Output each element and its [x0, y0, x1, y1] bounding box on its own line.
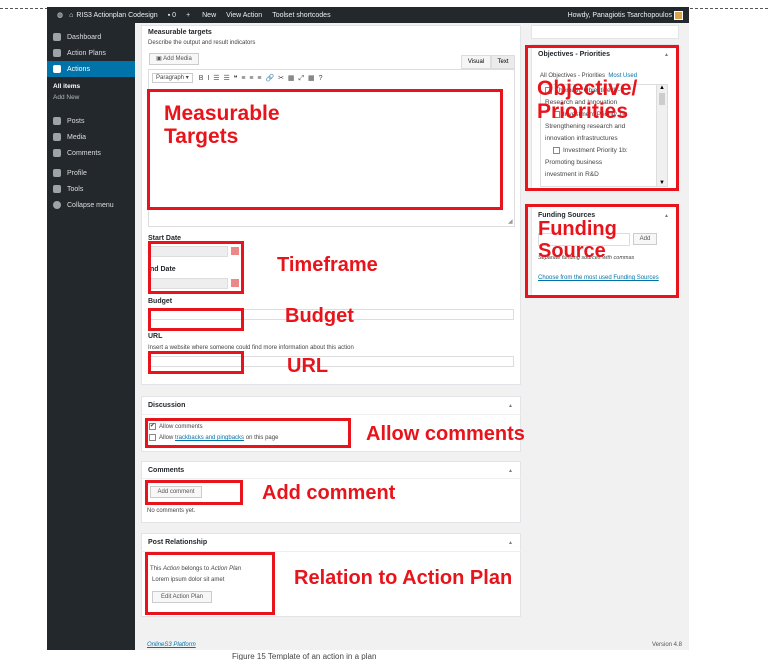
- paragraph-label: Paragraph: [156, 75, 185, 81]
- document-icon: [53, 65, 61, 73]
- add-media-button[interactable]: ▣ Add Media: [149, 53, 199, 65]
- annotation-url: URL: [287, 355, 329, 377]
- annotation-box-budget: [148, 308, 244, 331]
- annotation-allow-comments: Allow comments: [366, 423, 525, 445]
- formatting-icons[interactable]: B I ☰ ☰ ❝ ≡ ≡ ≡ 🔗 ✂ ▦ ⤢ ▦ ?: [199, 74, 324, 83]
- sidebar-subitem-all-items[interactable]: All items: [47, 81, 135, 92]
- new-label: New: [202, 11, 217, 19]
- sidebar-label: Collapse menu: [67, 201, 114, 209]
- annotation-box-timeframe: [148, 241, 244, 294]
- tab-visual[interactable]: Visual: [461, 55, 491, 69]
- annotation-relation: Relation to Action Plan: [294, 567, 513, 589]
- view-action-link[interactable]: View Action: [226, 12, 262, 19]
- post-relationship-title: Post Relationship: [148, 539, 208, 546]
- home-icon[interactable]: ⌂: [69, 12, 73, 19]
- no-comments-text: No comments yet.: [147, 508, 196, 514]
- publish-panel-edge: [531, 25, 679, 39]
- paragraph-select[interactable]: Paragraph ▾: [152, 73, 193, 83]
- howdy-label: Howdy, Panagiotis Tsarchopoulos: [567, 12, 672, 20]
- toggle-arrow-icon[interactable]: ▲: [508, 540, 762, 546]
- sidebar-item-profile[interactable]: Profile: [47, 165, 135, 181]
- collapse-icon: [53, 201, 61, 209]
- annotation-funding: Funding Source: [538, 218, 617, 262]
- divider: [141, 478, 521, 479]
- annotation-measurable: Measurable Targets: [164, 102, 280, 149]
- sidebar-item-dashboard[interactable]: Dashboard: [47, 29, 135, 45]
- toolset-link[interactable]: Toolset shortcodes: [272, 12, 330, 19]
- sidebar-item-posts[interactable]: Posts: [47, 113, 135, 129]
- toggle-arrow-icon[interactable]: ▲: [508, 403, 762, 409]
- sidebar-item-actions[interactable]: Actions: [47, 61, 135, 77]
- annotation-add-comment: Add comment: [262, 482, 396, 504]
- add-media-label: Add Media: [163, 56, 192, 62]
- sidebar-label: Comments: [67, 149, 101, 157]
- sidebar-item-action-plans[interactable]: Action Plans: [47, 45, 135, 61]
- divider: [141, 414, 521, 415]
- site-name-link[interactable]: RIS3 Actionplan Codesign: [76, 12, 157, 19]
- figure-caption: Figure 15 Template of an action in a pla…: [232, 652, 377, 660]
- comments-icon[interactable]: ▪: [168, 12, 170, 19]
- user-icon: [53, 169, 61, 177]
- comments-count: 0: [172, 11, 177, 19]
- editor-toolbar: Paragraph ▾ B I ☰ ☰ ❝ ≡ ≡ ≡ 🔗 ✂ ▦ ⤢ ▦ ?: [148, 71, 514, 85]
- sidebar-item-comments[interactable]: Comments: [47, 145, 135, 161]
- annotation-box-allow-comments: [145, 418, 351, 448]
- new-link[interactable]: + New: [186, 12, 216, 19]
- url-label: URL: [148, 333, 163, 340]
- sidebar-label: Media: [67, 133, 87, 141]
- sidebar-label: Actions: [67, 65, 90, 73]
- annotation-budget: Budget: [285, 305, 354, 327]
- annotation-box-add-comment: [145, 480, 243, 505]
- dashboard-icon: [53, 33, 61, 41]
- document-icon: [53, 49, 61, 57]
- footer-platform-link[interactable]: OnlineS3 Platform: [147, 642, 196, 648]
- measurable-targets-title: Measurable targets: [148, 29, 212, 36]
- admin-sidebar: Dashboard Action Plans Actions All items…: [47, 23, 135, 528]
- annotation-timeframe: Timeframe: [277, 254, 378, 276]
- annotation-objective: Objective/ Priorities: [537, 77, 638, 124]
- pin-icon: [53, 117, 61, 125]
- sidebar-background: [47, 528, 135, 650]
- resize-handle-icon[interactable]: ◢: [508, 218, 513, 225]
- annotation-box-relation: [145, 552, 275, 615]
- sidebar-label: Profile: [67, 169, 87, 177]
- sidebar-label: Tools: [67, 185, 84, 193]
- sidebar-label: Dashboard: [67, 33, 102, 41]
- budget-label: Budget: [148, 298, 173, 305]
- sidebar-label: Posts: [67, 117, 85, 125]
- sidebar-subitem-add-new[interactable]: Add New: [47, 92, 135, 103]
- sidebar-item-media[interactable]: Media: [47, 129, 135, 145]
- measurable-targets-desc: Describe the output and result indicator…: [148, 40, 256, 46]
- media-icon: [53, 133, 61, 141]
- avatar: [674, 11, 683, 20]
- footer-version: Version 4.8: [652, 642, 683, 648]
- sidebar-collapse[interactable]: Collapse menu: [47, 197, 135, 213]
- comments-title: Comments: [148, 467, 185, 474]
- annotation-box-url: [148, 351, 244, 374]
- sidebar-label: Action Plans: [67, 49, 106, 57]
- admin-bar: ◍ ⌂ RIS3 Actionplan Codesign ▪ 0 + New V…: [47, 7, 689, 23]
- sidebar-item-tools[interactable]: Tools: [47, 181, 135, 197]
- wrench-icon: [53, 185, 61, 193]
- howdy-user[interactable]: Howdy, Panagiotis Tsarchopoulos: [558, 11, 683, 20]
- discussion-title: Discussion: [148, 402, 186, 409]
- comment-icon: [53, 149, 61, 157]
- toggle-arrow-icon[interactable]: ▲: [508, 468, 762, 474]
- tab-text[interactable]: Text: [491, 55, 515, 69]
- wordpress-logo-icon[interactable]: ◍: [57, 11, 63, 19]
